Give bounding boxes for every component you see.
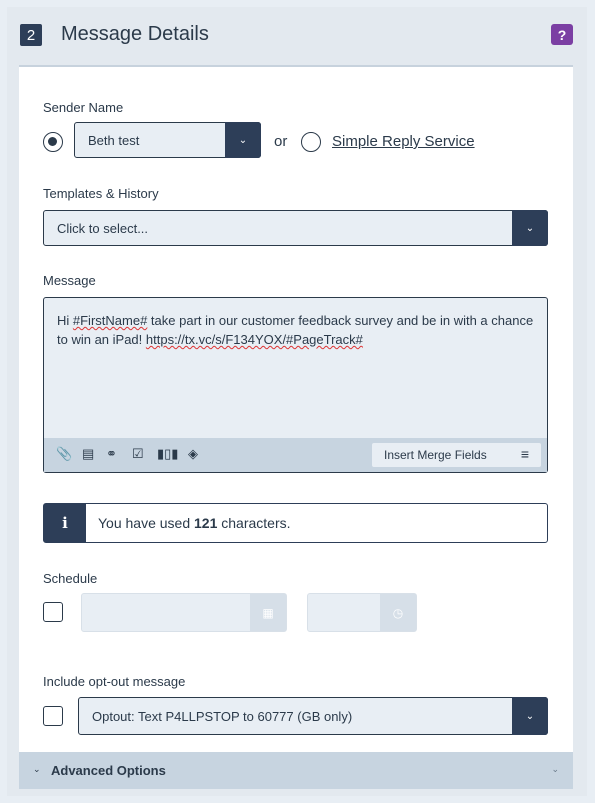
templates-placeholder: Click to select... — [57, 221, 149, 236]
attach-icon[interactable]: 📎 — [56, 446, 72, 462]
optout-label: Include opt-out message — [43, 674, 186, 689]
sender-name-value: Beth test — [88, 133, 140, 148]
info-icon: i — [44, 504, 86, 542]
templates-label: Templates & History — [43, 186, 159, 201]
chevron-down-icon: ⌄ — [512, 697, 548, 735]
schedule-label: Schedule — [43, 571, 98, 586]
templates-select[interactable]: Click to select... ⌄ — [43, 210, 548, 246]
optout-select[interactable]: Optout: Text P4LLPSTOP to 60777 (GB only… — [78, 697, 548, 735]
document-icon[interactable]: ▤ — [82, 446, 94, 462]
chevron-down-icon: ⌄ — [33, 764, 41, 774]
sender-radio-selected[interactable] — [43, 132, 63, 152]
simple-reply-radio[interactable] — [301, 132, 321, 152]
sender-name-label: Sender Name — [43, 100, 124, 115]
checkbox-icon[interactable]: ☑ — [132, 446, 144, 462]
tag-icon[interactable]: ◈ — [188, 446, 198, 462]
optout-checkbox[interactable] — [43, 706, 63, 726]
panel-body: Sender Name Beth test ⌄ or Simple Reply … — [19, 65, 573, 752]
clock-icon[interactable]: ◷ — [380, 594, 416, 631]
sender-name-select[interactable]: Beth test ⌄ — [74, 122, 261, 158]
panel-title: Message Details — [61, 23, 209, 45]
calendar-icon[interactable]: ▦ — [250, 594, 286, 631]
merge-button-label: Insert Merge Fields — [384, 448, 487, 462]
chevron-down-icon: ⌄ — [225, 122, 261, 158]
insert-merge-fields-button[interactable]: Insert Merge Fields ≡ — [372, 443, 541, 467]
chevron-down-icon: ⌄ — [512, 210, 548, 246]
barcode-icon[interactable]: ▮▯▮ — [157, 446, 178, 462]
message-text: Hi #FirstName# take part in our customer… — [57, 313, 534, 347]
character-count-alert: i You have used 121 characters. — [43, 503, 548, 543]
message-label: Message — [43, 273, 96, 288]
message-textarea[interactable]: Hi #FirstName# take part in our customer… — [43, 297, 548, 473]
schedule-checkbox[interactable] — [43, 602, 63, 622]
step-badge: 2 — [20, 24, 42, 46]
help-button[interactable]: ? — [551, 24, 573, 45]
list-icon: ≡ — [520, 446, 529, 462]
message-toolbar: 📎 ▤ ⚭ ☑ ▮▯▮ ◈ Insert Merge Fields ≡ — [44, 438, 547, 472]
panel-header: 2 Message Details ? — [7, 7, 587, 65]
link-icon[interactable]: ⚭ — [106, 446, 117, 462]
chevron-down-icon: ⌄ — [551, 764, 559, 774]
optout-value: Optout: Text P4LLPSTOP to 60777 (GB only… — [92, 709, 353, 724]
schedule-time-input[interactable]: ◷ — [307, 593, 417, 632]
character-count-text: You have used 121 characters. — [98, 515, 291, 531]
schedule-date-input[interactable]: ▦ — [81, 593, 287, 632]
advanced-options-toggle[interactable]: ⌄ Advanced Options ⌄ — [19, 752, 573, 789]
simple-reply-link[interactable]: Simple Reply Service — [332, 133, 475, 150]
or-text: or — [274, 133, 288, 150]
message-details-panel: 2 Message Details ? Sender Name Beth tes… — [7, 7, 587, 796]
advanced-options-label: Advanced Options — [51, 763, 166, 778]
